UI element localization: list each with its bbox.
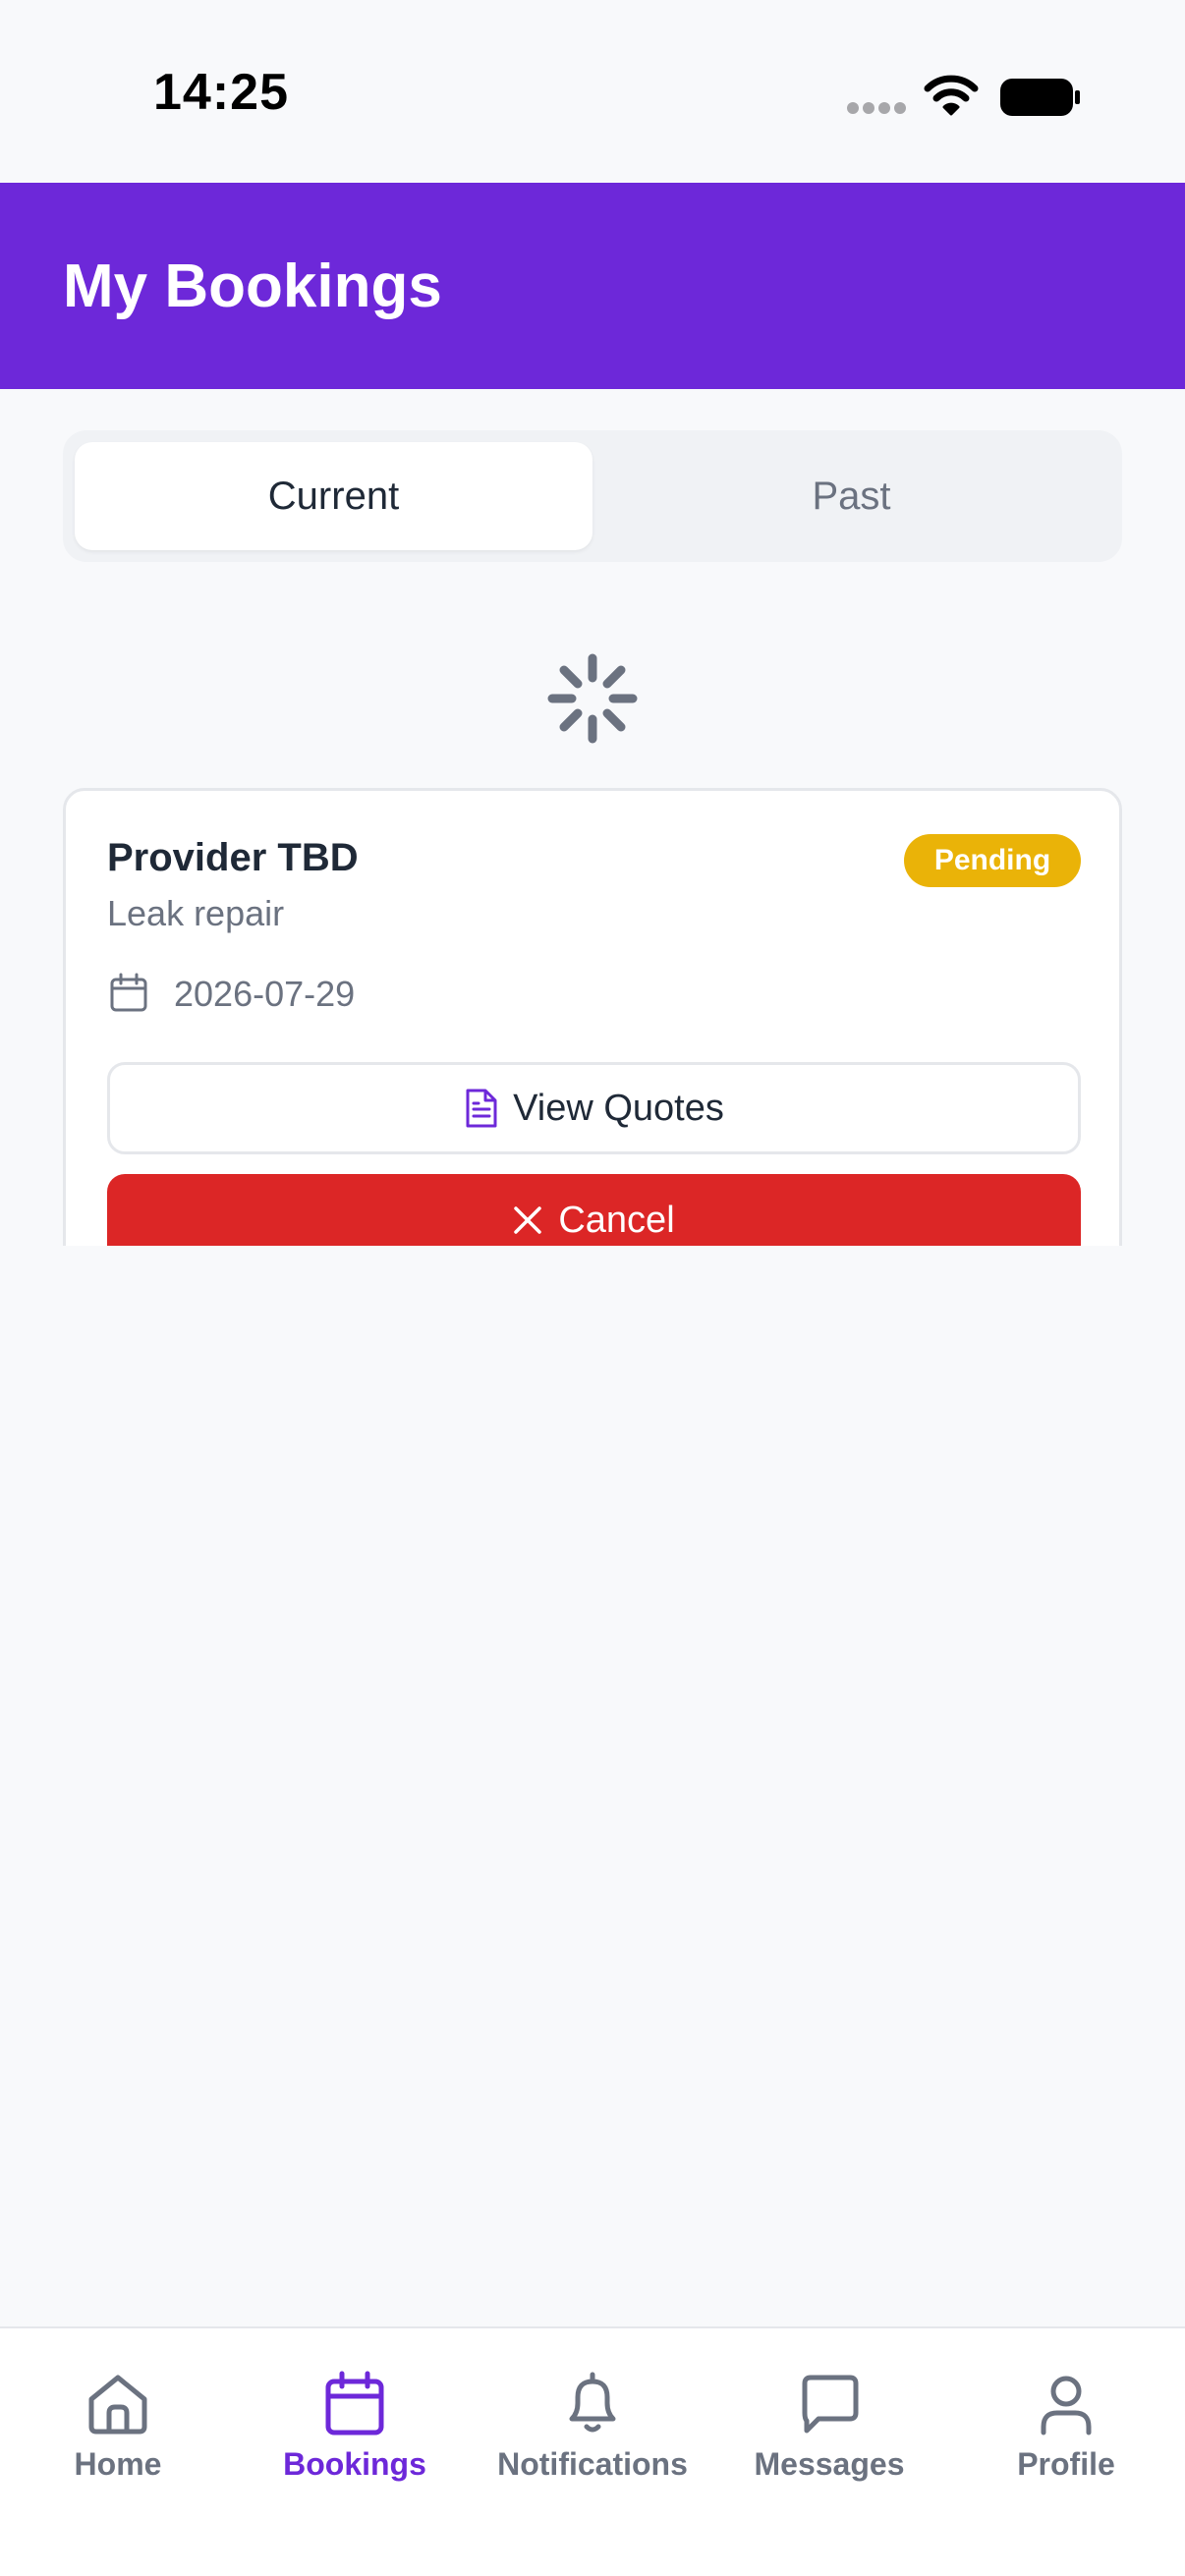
cancel-label: Cancel <box>558 1199 675 1241</box>
bottom-nav: Home Bookings Notifications Messages Pro… <box>0 2326 1185 2576</box>
nav-item-home[interactable]: Home <box>10 2370 226 2507</box>
wifi-icon <box>924 75 979 116</box>
nav-item-messages[interactable]: Messages <box>721 2370 937 2507</box>
nav-label-bookings: Bookings <box>283 2446 426 2482</box>
calendar-icon <box>325 2371 384 2436</box>
nav-label-profile: Profile <box>1017 2446 1115 2482</box>
tab-past[interactable]: Past <box>592 442 1110 550</box>
app-header: My Bookings <box>0 183 1185 389</box>
tab-current[interactable]: Current <box>75 442 592 550</box>
view-quotes-label: View Quotes <box>513 1087 724 1129</box>
nav-label-messages: Messages <box>754 2446 905 2482</box>
booking-date: 2026-07-29 <box>174 974 356 1014</box>
loading-spinner-icon <box>547 653 638 744</box>
battery-icon <box>1000 79 1080 116</box>
document-icon <box>466 1089 497 1128</box>
nav-label-home: Home <box>74 2446 162 2482</box>
calendar-icon <box>110 973 147 1012</box>
status-badge: Pending <box>904 834 1081 887</box>
user-icon <box>1041 2376 1092 2436</box>
message-icon <box>802 2375 859 2434</box>
nav-item-profile[interactable]: Profile <box>958 2370 1174 2507</box>
close-icon <box>514 1206 542 1234</box>
provider-name: Provider TBD <box>107 836 359 879</box>
nav-item-bookings[interactable]: Bookings <box>247 2370 463 2507</box>
status-time: 14:25 <box>153 64 289 121</box>
cancel-button[interactable]: Cancel <box>107 1174 1081 1246</box>
screen: 14:25 My Bookings Current Past Provider … <box>0 0 1185 2576</box>
nav-item-notifications[interactable]: Notifications <box>484 2370 701 2507</box>
cellular-signal-icon <box>847 102 908 116</box>
booking-card: Provider TBD Pending Leak repair 2026-07… <box>63 788 1122 1246</box>
status-bar: 14:25 <box>0 0 1185 183</box>
service-description: Leak repair <box>107 893 285 933</box>
nav-label-notifications: Notifications <box>497 2446 688 2482</box>
home-icon <box>88 2375 147 2435</box>
booking-card-container: Provider TBD Pending Leak repair 2026-07… <box>63 788 1122 1246</box>
booking-tabs: Current Past <box>63 430 1122 562</box>
view-quotes-button[interactable]: View Quotes <box>107 1062 1081 1154</box>
bell-icon <box>569 2372 616 2433</box>
page-title: My Bookings <box>63 252 442 320</box>
